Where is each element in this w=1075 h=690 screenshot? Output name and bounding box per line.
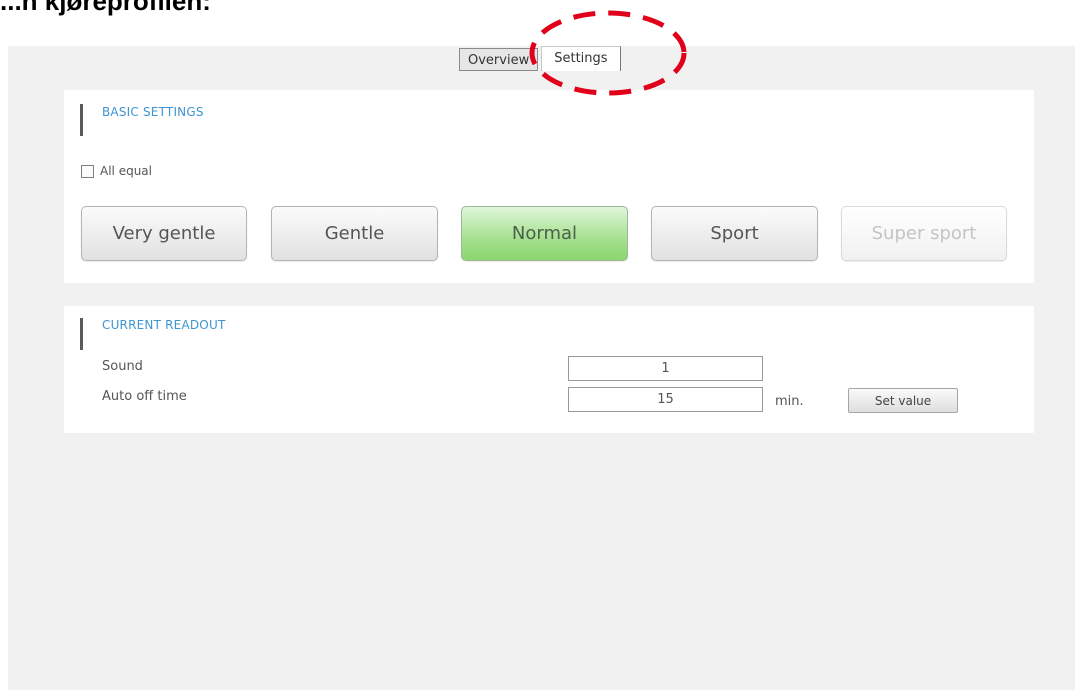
all-equal-row: All equal	[81, 164, 152, 178]
basic-settings-title: BASIC SETTINGS	[102, 105, 204, 119]
set-value-button[interactable]: Set value	[848, 388, 958, 413]
mode-normal-button[interactable]: Normal	[461, 206, 628, 261]
mode-very-gentle-button[interactable]: Very gentle	[81, 206, 247, 261]
all-equal-checkbox[interactable]	[81, 164, 94, 178]
tab-bar: Overview Settings	[459, 46, 621, 71]
mode-gentle-button[interactable]: Gentle	[271, 206, 438, 261]
page-heading: ...n kjøreprofilen:	[0, 0, 211, 16]
auto-off-time-label: Auto off time	[102, 389, 187, 404]
section-marker	[80, 318, 83, 350]
auto-off-unit: min.	[775, 394, 804, 409]
mode-super-sport-button[interactable]: Super sport	[841, 206, 1007, 261]
basic-settings-panel: BASIC SETTINGS All equal Very gentle Gen…	[64, 90, 1034, 283]
tab-settings[interactable]: Settings	[541, 46, 621, 71]
mode-sport-button[interactable]: Sport	[651, 206, 818, 261]
current-readout-title: CURRENT READOUT	[102, 318, 226, 332]
all-equal-label: All equal	[100, 164, 152, 178]
sound-label: Sound	[102, 359, 143, 374]
sound-value-field[interactable]: 1	[568, 356, 763, 381]
tab-overview[interactable]: Overview	[459, 48, 539, 71]
section-marker	[80, 104, 83, 136]
auto-off-time-field[interactable]: 15	[568, 387, 763, 412]
current-readout-panel: CURRENT READOUT Sound 1 Auto off time 15…	[64, 306, 1034, 433]
